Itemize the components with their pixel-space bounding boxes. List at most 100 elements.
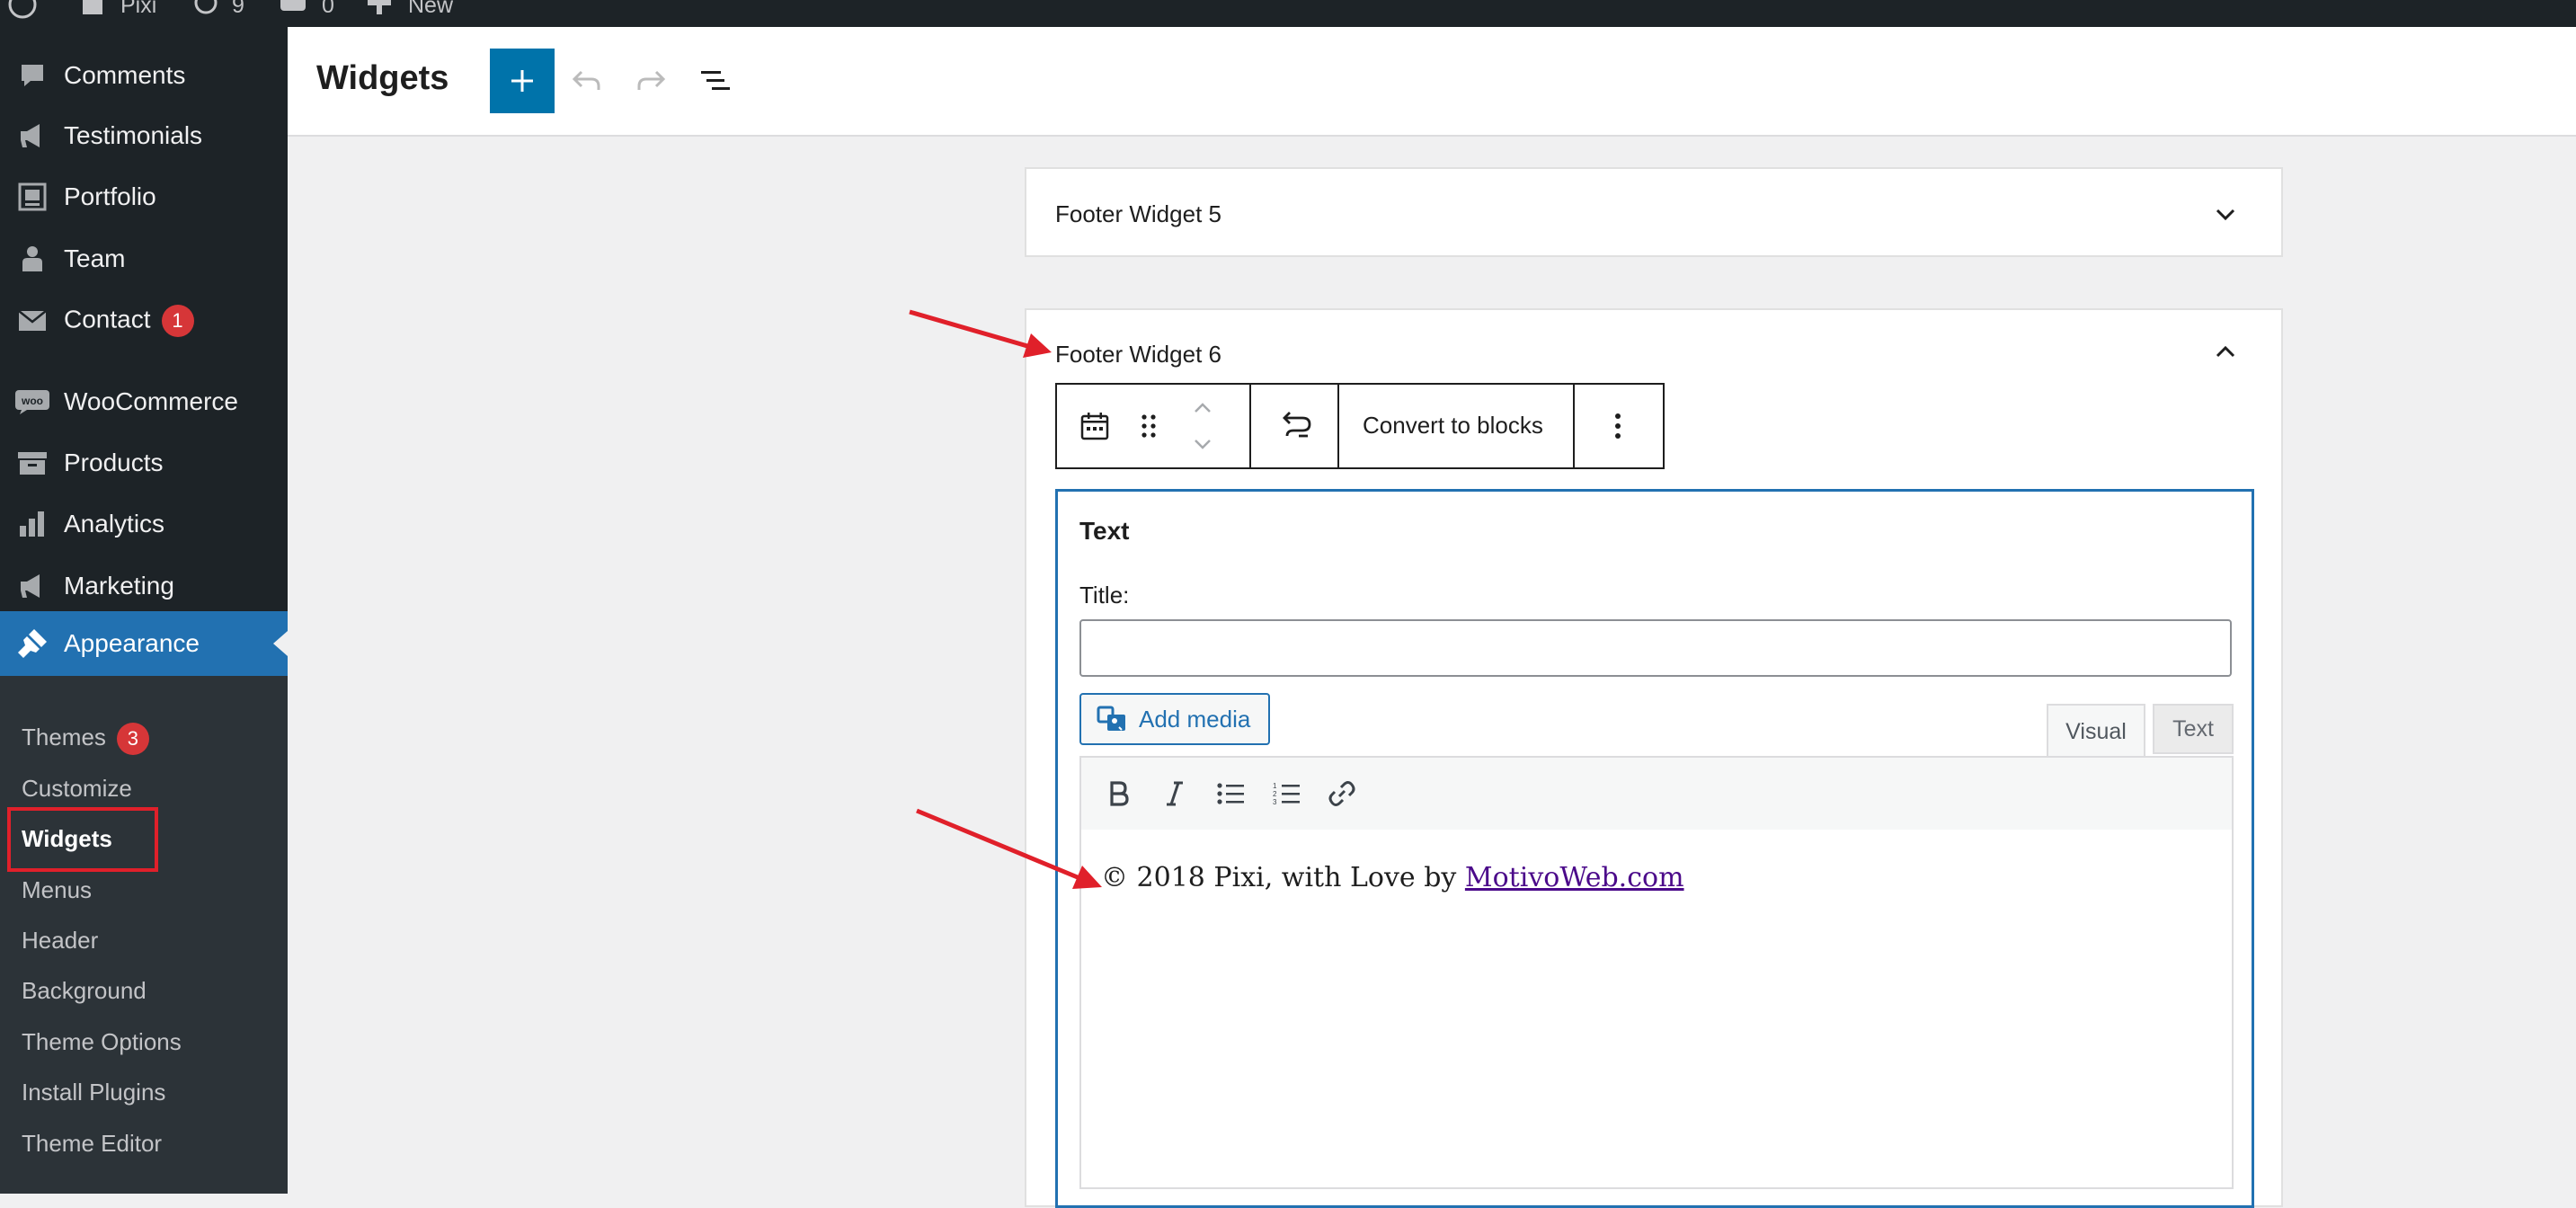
updates-icon[interactable] xyxy=(192,0,219,22)
submenu-item-themes[interactable]: Themes 3 xyxy=(22,723,149,755)
comments-bubble-icon[interactable] xyxy=(279,0,307,22)
archive-icon xyxy=(14,445,50,481)
sidebar-item-woocommerce[interactable]: woo WooCommerce xyxy=(0,372,288,431)
svg-text:2: 2 xyxy=(1273,790,1277,798)
undo-button[interactable] xyxy=(569,63,605,99)
sidebar-item-analytics[interactable]: Analytics xyxy=(0,494,288,554)
toolbar-separator xyxy=(1573,385,1575,467)
media-icon xyxy=(1097,706,1125,731)
submenu-item-theme-editor[interactable]: Theme Editor xyxy=(22,1130,162,1158)
convert-to-blocks-button[interactable]: Convert to blocks xyxy=(1363,412,1543,440)
link-icon[interactable] xyxy=(1324,776,1360,812)
sidebar-item-label: Team xyxy=(64,244,126,272)
comments-count[interactable]: 0 xyxy=(322,0,334,19)
more-options-icon[interactable] xyxy=(1600,408,1636,444)
text-widget-form: Text Title: Add media Visual Text 123 © … xyxy=(1055,489,2254,1208)
sidebar-item-portfolio[interactable]: Portfolio xyxy=(0,167,288,226)
admin-bar: Pixi 9 0 New xyxy=(0,0,2576,27)
add-block-button[interactable] xyxy=(490,49,555,113)
new-content-link[interactable]: New xyxy=(408,0,453,19)
toolbar-separator xyxy=(1249,385,1251,467)
sidebar-item-marketing[interactable]: Marketing xyxy=(0,556,288,616)
widget-area-title: Footer Widget 6 xyxy=(1055,341,1221,368)
numbered-list-icon[interactable]: 123 xyxy=(1268,776,1304,812)
page-title: Widgets xyxy=(316,59,449,97)
transform-icon[interactable] xyxy=(1280,408,1316,444)
svg-text:3: 3 xyxy=(1273,798,1277,806)
bold-icon[interactable] xyxy=(1101,776,1137,812)
list-view-button[interactable] xyxy=(697,63,733,99)
sidebar-item-products[interactable]: Products xyxy=(0,433,288,493)
woo-icon: woo xyxy=(14,384,50,420)
widgets-header: Widgets xyxy=(288,27,2576,137)
chevron-up-icon[interactable] xyxy=(2213,339,2238,364)
active-indicator xyxy=(273,631,288,656)
drag-handle-icon[interactable] xyxy=(1131,408,1167,444)
sidebar-item-team[interactable]: Team xyxy=(0,229,288,289)
plus-icon[interactable] xyxy=(367,0,392,22)
wordpress-logo-icon[interactable] xyxy=(7,0,38,26)
footer-copyright-text: © 2018 Pixi, with Love by MotivoWeb.com xyxy=(1101,862,1684,893)
sidebar-item-testimonials[interactable]: Testimonials xyxy=(0,106,288,165)
add-media-label: Add media xyxy=(1139,705,1251,733)
submenu-item-install-plugins[interactable]: Install Plugins xyxy=(22,1079,165,1106)
person-icon xyxy=(14,241,50,277)
sidebar-item-label: Analytics xyxy=(64,510,165,537)
redo-button[interactable] xyxy=(633,63,669,99)
widget-heading: Text xyxy=(1079,517,1130,545)
comment-icon xyxy=(14,58,50,93)
megaphone-icon xyxy=(14,118,50,154)
submenu-item-background[interactable]: Background xyxy=(22,977,147,1005)
sidebar-item-appearance[interactable]: Appearance xyxy=(0,611,288,676)
sidebar-item-label: Portfolio xyxy=(64,182,156,210)
italic-icon[interactable] xyxy=(1157,776,1193,812)
sidebar-item-label: Comments xyxy=(64,61,186,89)
move-down-icon[interactable] xyxy=(1185,426,1221,462)
calendar-icon[interactable] xyxy=(1077,408,1113,444)
sidebar-item-label: Appearance xyxy=(64,629,200,657)
submenu-item-header[interactable]: Header xyxy=(22,927,98,955)
widget-area-footer-5[interactable]: Footer Widget 5 xyxy=(1025,167,2283,257)
svg-text:woo: woo xyxy=(21,395,43,407)
tab-visual[interactable]: Visual xyxy=(2047,704,2145,758)
sidebar-item-comments[interactable]: Comments xyxy=(0,46,288,105)
chevron-down-icon[interactable] xyxy=(2213,201,2238,226)
motivoweb-link[interactable]: MotivoWeb.com xyxy=(1465,862,1684,893)
tab-text[interactable]: Text xyxy=(2153,704,2234,754)
sidebar-item-label: Marketing xyxy=(64,572,174,600)
sidebar-item-contact[interactable]: Contact 1 xyxy=(0,291,288,351)
submenu-item-menus[interactable]: Menus xyxy=(22,876,92,904)
widget-title-input[interactable] xyxy=(1079,619,2232,677)
bullet-list-icon[interactable] xyxy=(1212,776,1248,812)
updates-count[interactable]: 9 xyxy=(232,0,244,19)
submenu-item-theme-options[interactable]: Theme Options xyxy=(22,1028,182,1056)
redo-icon xyxy=(637,70,666,90)
plus-icon xyxy=(511,70,533,92)
block-toolbar: Convert to blocks xyxy=(1055,383,1665,469)
envelope-icon xyxy=(14,303,50,339)
sidebar-item-label: Products xyxy=(64,449,164,476)
megaphone-icon xyxy=(14,568,50,604)
site-name-link[interactable]: Pixi xyxy=(120,0,156,19)
editor-content-area[interactable]: © 2018 Pixi, with Love by MotivoWeb.com xyxy=(1079,830,2234,1189)
toolbar-separator xyxy=(1337,385,1339,467)
sidebar-item-label: Contact 1 xyxy=(64,305,194,337)
annotation-highlight-box xyxy=(7,807,158,872)
widget-area-title: Footer Widget 5 xyxy=(1055,200,1221,227)
sidebar-item-label: WooCommerce xyxy=(64,387,238,415)
submenu-item-customize[interactable]: Customize xyxy=(22,775,132,803)
paintbrush-icon xyxy=(14,626,50,662)
title-label: Title: xyxy=(1079,582,1130,608)
add-media-button[interactable]: Add media xyxy=(1079,693,1270,745)
editor-toolbar: 123 xyxy=(1079,756,2234,831)
undo-icon xyxy=(572,70,600,90)
contact-count-badge: 1 xyxy=(161,305,194,337)
portfolio-icon xyxy=(14,179,50,215)
bar-chart-icon xyxy=(14,506,50,542)
sidebar-item-label: Testimonials xyxy=(64,121,203,149)
themes-count-badge: 3 xyxy=(116,723,149,755)
svg-text:1: 1 xyxy=(1273,782,1277,790)
list-view-icon xyxy=(701,71,730,90)
move-up-icon[interactable] xyxy=(1185,390,1221,426)
home-icon xyxy=(79,0,106,22)
